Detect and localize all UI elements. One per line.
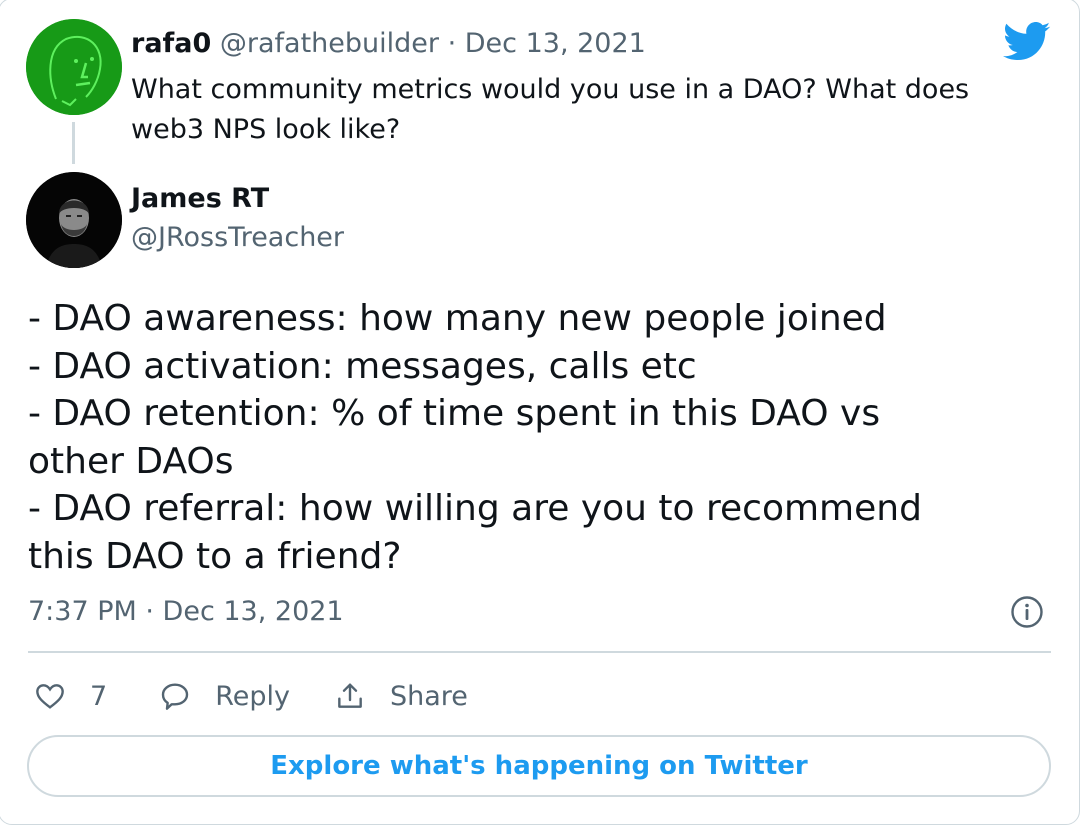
tweet-actions: 7 Reply Share — [34, 676, 468, 716]
share-upload-icon — [338, 683, 362, 708]
quoted-separator: · — [439, 28, 465, 59]
portrait-avatar-image — [26, 172, 122, 268]
twitter-bird-icon[interactable] — [1003, 22, 1051, 62]
quoted-date[interactable]: Dec 13, 2021 — [465, 28, 646, 59]
author-handle[interactable]: @JRossTreacher — [131, 222, 344, 253]
explore-twitter-button[interactable]: Explore what's happening on Twitter — [27, 735, 1051, 797]
quoted-tweet-text: What community metrics would you use in … — [131, 74, 970, 145]
avatar-rafa0[interactable] — [26, 19, 122, 115]
quoted-tweet-header: rafa0 @rafathebuilder · Dec 13, 2021 — [131, 28, 646, 59]
quoted-author-handle[interactable]: @rafathebuilder — [220, 28, 439, 59]
reply-label: Reply — [215, 680, 290, 712]
share-label: Share — [389, 680, 468, 712]
avatar-james-rt[interactable] — [26, 172, 122, 268]
info-icon[interactable] — [1010, 595, 1044, 629]
author-name[interactable]: James RT — [131, 183, 269, 214]
share-button[interactable]: Share — [334, 680, 468, 712]
tweet-line: - DAO awareness: how many new people joi… — [28, 298, 887, 339]
tweet-timestamp[interactable]: 7:37 PM · Dec 13, 2021 — [28, 596, 344, 627]
heart-icon — [36, 684, 64, 709]
tweet-line: - DAO referral: how willing are you to r… — [28, 488, 934, 577]
like-button[interactable]: 7 — [34, 680, 107, 712]
tweet-line: - DAO retention: % of time spent in this… — [28, 393, 892, 482]
thread-connector-line — [72, 122, 75, 164]
like-count: 7 — [90, 680, 108, 712]
wojak-avatar-image — [26, 19, 122, 115]
tweet-line: - DAO activation: messages, calls etc — [28, 345, 697, 387]
quoted-author-name[interactable]: rafa0 — [131, 28, 211, 59]
divider — [28, 651, 1051, 653]
speech-bubble-icon — [161, 683, 189, 710]
reply-button[interactable]: Reply — [159, 680, 290, 712]
tweet-body: - DAO awareness: how many new people joi… — [28, 295, 1028, 580]
